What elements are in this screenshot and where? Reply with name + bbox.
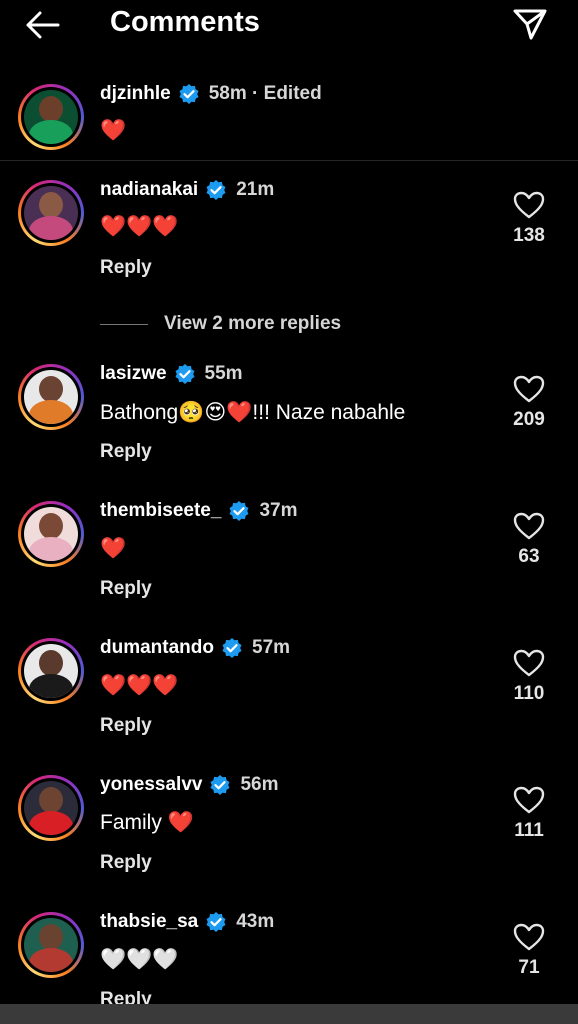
like-count: 111 [514,820,544,841]
timestamp: 43m [236,911,275,932]
verified-badge-icon [229,501,249,521]
avatar[interactable] [18,912,84,978]
like-count: 138 [513,225,545,246]
heart-outline-icon[interactable] [512,190,546,220]
username[interactable]: djzinhle [100,83,171,105]
reply-button[interactable]: Reply [100,715,152,737]
avatar[interactable] [18,775,84,841]
page-title: Comments [110,6,260,38]
reply-button[interactable]: Reply [100,578,152,600]
bottom-bar [0,1004,578,1024]
paper-plane-icon[interactable] [512,8,548,40]
avatar[interactable] [18,180,84,246]
username[interactable]: yonessalvv [100,774,202,796]
caption-text: ❤️ [100,119,127,142]
username[interactable]: dumantando [100,637,214,659]
verified-badge-icon [206,912,226,932]
reply-button[interactable]: Reply [100,441,152,463]
post-caption: djzinhle 58m · Edited ❤️ [0,68,578,160]
comment-text: Family ❤️ [100,811,194,834]
divider [0,160,578,161]
reply-button[interactable]: Reply [100,852,152,874]
like-count: 71 [518,957,540,978]
verified-badge-icon [222,638,242,658]
comment-text: ❤️❤️❤️ [100,674,179,697]
comment-text: 🤍🤍🤍 [100,948,179,971]
comment-text: ❤️❤️❤️ [100,215,179,238]
avatar[interactable] [18,84,84,150]
username[interactable]: thabsie_sa [100,911,198,933]
username[interactable]: thembiseete_ [100,500,221,522]
heart-outline-icon[interactable] [512,648,546,678]
username[interactable]: nadianakai [100,179,198,201]
reply-button[interactable]: Reply [100,257,152,279]
timestamp: 55m [204,363,243,384]
verified-badge-icon [210,775,230,795]
header: Comments [0,0,578,50]
avatar[interactable] [18,638,84,704]
verified-badge-icon [175,364,195,384]
back-arrow-icon[interactable] [24,10,60,40]
heart-outline-icon[interactable] [512,785,546,815]
comment-text: ❤️ [100,537,127,560]
heart-outline-icon[interactable] [512,922,546,952]
comment-text: Bathong🥺😍❤️!!! Naze nabahle [100,400,406,424]
view-more-replies-label: View 2 more replies [164,313,342,334]
timestamp: 57m [252,637,291,658]
avatar[interactable] [18,364,84,430]
timestamp: 21m [236,179,275,200]
heart-outline-icon[interactable] [512,374,546,404]
view-more-replies-button[interactable]: View 2 more replies [100,312,341,336]
avatar[interactable] [18,501,84,567]
heart-outline-icon[interactable] [512,511,546,541]
divider [100,323,148,325]
username[interactable]: lasizwe [100,363,167,385]
like-count: 209 [513,409,545,430]
verified-badge-icon [206,180,226,200]
verified-badge-icon [179,84,199,104]
timestamp: 56m [240,774,279,795]
timestamp: 58m · Edited [208,83,322,104]
like-count: 110 [513,683,545,704]
timestamp: 37m [259,500,298,521]
like-count: 63 [518,546,540,567]
